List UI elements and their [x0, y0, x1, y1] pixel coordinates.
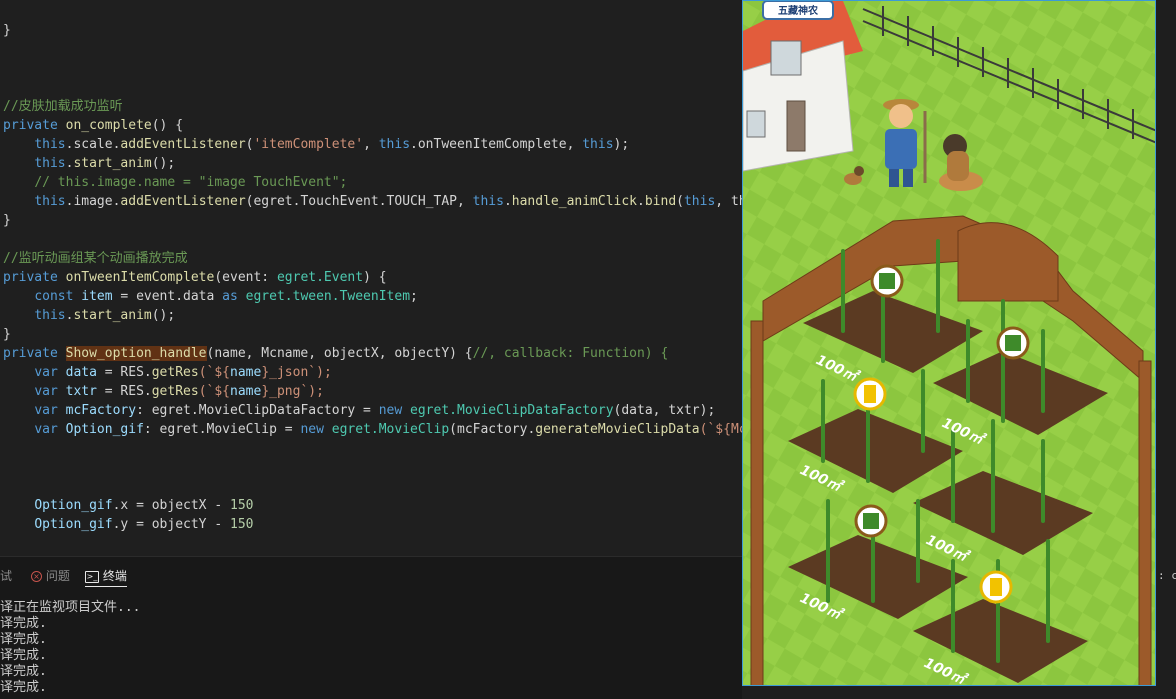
- game-preview[interactable]: 五藏神农 100㎡ 100㎡ 100㎡ 100㎡ 100㎡ 100㎡: [742, 0, 1156, 686]
- terminal-line: 译完成.: [0, 664, 47, 679]
- spray-marker-icon[interactable]: [979, 570, 1013, 604]
- code-comment: //皮肤加载成功监听: [3, 99, 123, 114]
- code-line: this.start_anim();: [34, 156, 176, 171]
- terminal-line: 译正在监视项目文件...: [0, 600, 141, 615]
- terminal-line: 译完成.: [0, 648, 47, 663]
- code-comment: // this.image.name = "image TouchEvent";: [34, 175, 348, 190]
- farm-sign: 五藏神农: [778, 4, 818, 17]
- code-line: }: [3, 23, 11, 38]
- code-line: this.scale.addEventListener('itemComplet…: [34, 137, 630, 152]
- code-line: Option_gif.x = objectX - 150: [34, 498, 254, 513]
- code-line: var data = RES.getRes(`${name}_json`);: [34, 365, 332, 380]
- bottom-panel: 试 × 问题 >_ 终端 译正在监视项目文件... 译完成. 译完成. 译完成.…: [0, 556, 742, 699]
- code-line: this.start_anim();: [34, 308, 176, 323]
- code-line: }: [3, 213, 11, 228]
- tab-debug[interactable]: 试: [0, 567, 12, 584]
- code-line: var mcFactory: egret.MovieClipDataFactor…: [34, 403, 716, 418]
- code-line: var txtr = RES.getRes(`${name}_png`);: [34, 384, 324, 399]
- code-line: }: [3, 327, 11, 342]
- farmhouse[interactable]: 五藏神农: [743, 1, 863, 172]
- edge-text: : cn: [1158, 569, 1176, 582]
- seed-marker-icon[interactable]: [854, 504, 888, 538]
- code-line: private onTweenItemComplete(event: egret…: [3, 270, 387, 285]
- code-line: this.image.addEventListener(egret.TouchE…: [34, 194, 742, 209]
- error-icon: ×: [31, 571, 42, 582]
- seed-marker-icon[interactable]: [870, 264, 904, 298]
- code-line: const item = event.data as egret.tween.T…: [34, 289, 418, 304]
- terminal-line: 译完成.: [0, 616, 47, 631]
- right-edge: : cn: [1156, 0, 1176, 698]
- tab-terminal[interactable]: >_ 终端: [85, 567, 127, 587]
- seed-marker-icon[interactable]: [996, 326, 1030, 360]
- spray-marker-icon[interactable]: [853, 377, 887, 411]
- terminal-icon: >_: [85, 570, 99, 583]
- code-line: var Option_gif: egret.MovieClip = new eg…: [34, 422, 742, 437]
- terminal-line: 译完成.: [0, 680, 47, 695]
- code-comment: //监听动画组某个动画播放完成: [3, 251, 188, 266]
- farm-scene[interactable]: 五藏神农 100㎡ 100㎡ 100㎡ 100㎡ 100㎡ 100㎡: [743, 1, 1156, 686]
- tab-problems[interactable]: × 问题: [31, 567, 70, 584]
- code-line: Option_gif.y = objectY - 150: [34, 517, 254, 532]
- code-editor[interactable]: } //皮肤加载成功监听 private on_complete() { thi…: [0, 0, 742, 556]
- code-line: private on_complete() {: [3, 118, 184, 133]
- code-line: private Show_option_handle(name, Mcname,…: [3, 346, 669, 361]
- terminal-line: 译完成.: [0, 632, 47, 647]
